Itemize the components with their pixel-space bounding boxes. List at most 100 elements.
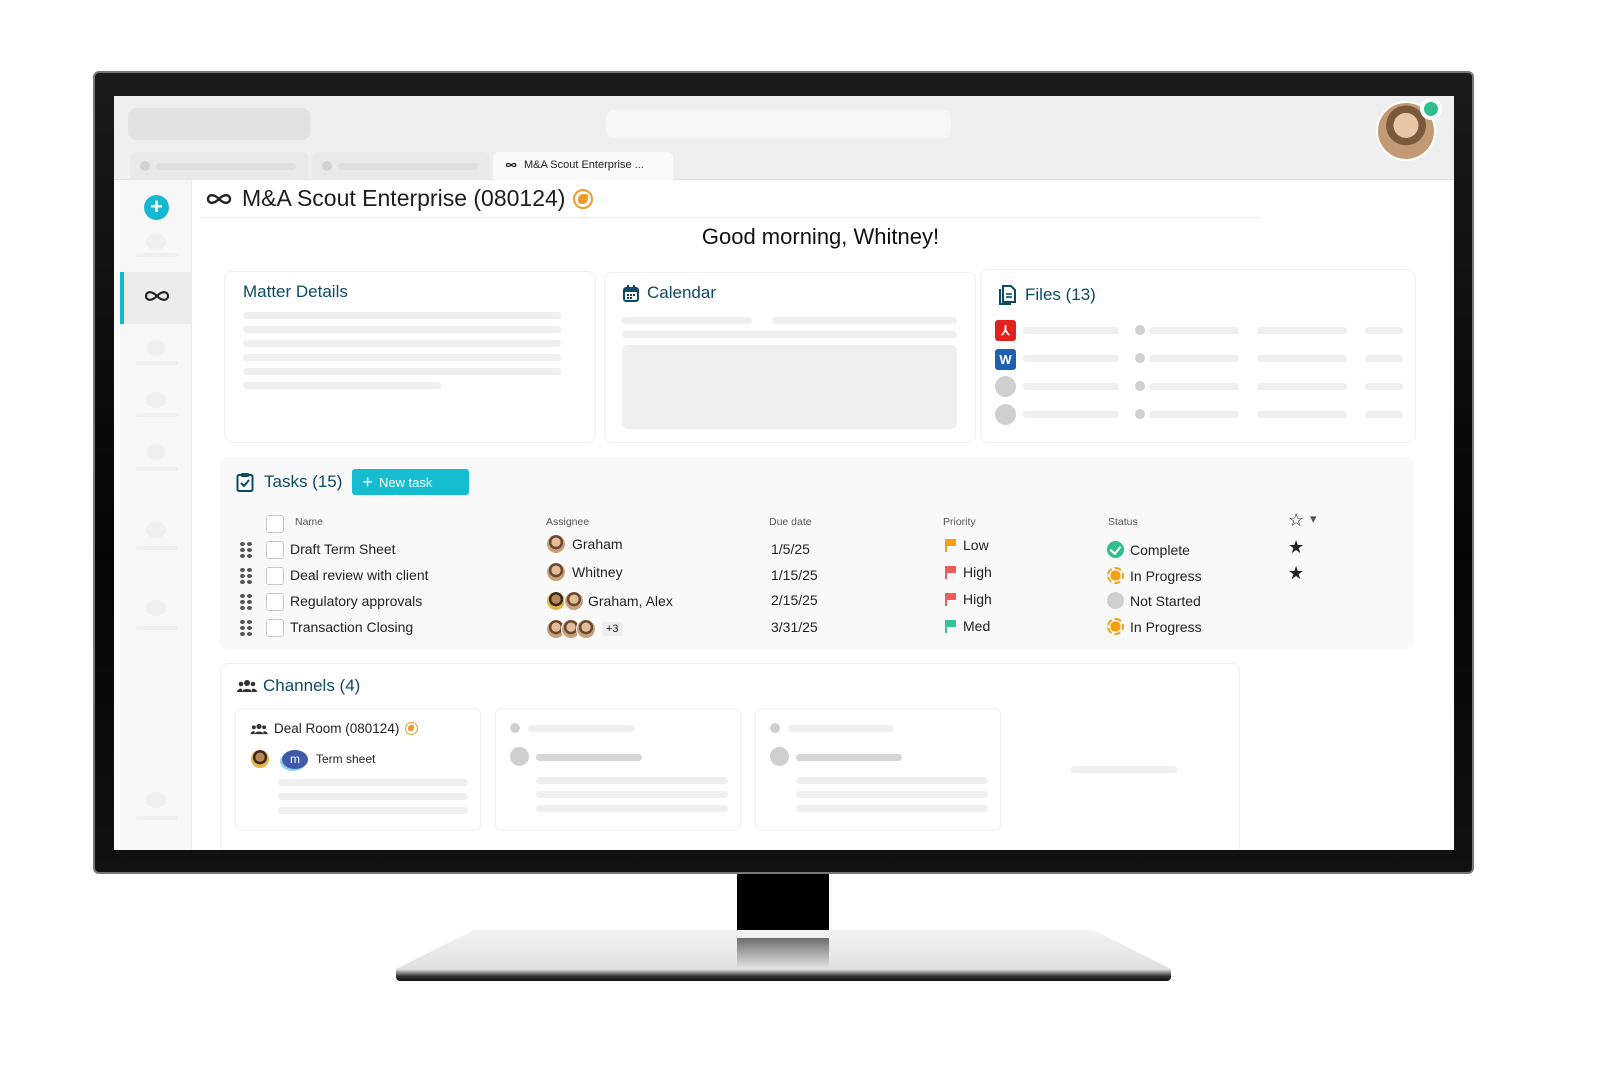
column-header-due-date[interactable]: Due date <box>769 516 812 528</box>
task-checkbox[interactable] <box>266 567 284 585</box>
task-assignee[interactable]: +3 <box>546 619 623 639</box>
tab-title-placeholder <box>156 163 296 170</box>
task-status[interactable]: Complete <box>1107 541 1190 558</box>
sidebar-label-placeholder <box>136 626 178 630</box>
task-checkbox[interactable] <box>266 541 284 559</box>
sidebar-item-placeholder[interactable] <box>146 392 166 408</box>
skeleton-dot <box>1135 381 1145 391</box>
skeleton-dot <box>1135 353 1145 363</box>
assignee-name: Graham, Alex <box>588 593 673 609</box>
skeleton-line <box>1365 355 1403 362</box>
task-assignee[interactable]: Graham <box>546 534 623 554</box>
task-name[interactable]: Regulatory approvals <box>290 593 422 609</box>
task-status[interactable]: Not Started <box>1107 592 1201 609</box>
task-name[interactable]: Draft Term Sheet <box>290 541 396 557</box>
skeleton-line <box>622 317 752 324</box>
channel-card-placeholder[interactable] <box>495 708 741 831</box>
task-checkbox[interactable] <box>266 619 284 637</box>
plus-icon: + <box>362 472 373 492</box>
new-task-button[interactable]: + New task <box>352 469 470 495</box>
priority-label: Med <box>963 618 991 634</box>
flag-icon <box>945 592 957 606</box>
task-priority[interactable]: High <box>945 591 992 607</box>
matter-title: M&A Scout Enterprise (080124) <box>242 185 566 211</box>
monitor-base-edge <box>396 969 1171 981</box>
task-assignee[interactable]: Whitney <box>546 562 623 582</box>
task-due-date[interactable]: 1/15/25 <box>771 567 818 583</box>
sidebar-label-placeholder <box>136 361 178 365</box>
sidebar-item-matters[interactable] <box>120 272 192 324</box>
column-header-name[interactable]: Name <box>295 516 323 528</box>
status-label: Complete <box>1130 541 1190 558</box>
task-status[interactable]: In Progress <box>1107 567 1202 584</box>
sidebar-item-placeholder[interactable] <box>146 792 166 808</box>
channel-card-placeholder[interactable] <box>755 708 1001 831</box>
skeleton-dot <box>510 723 520 733</box>
skeleton-dot <box>770 747 789 766</box>
skeleton-line <box>1023 383 1119 390</box>
sidebar: + <box>120 180 192 850</box>
sidebar-item-placeholder[interactable] <box>146 600 166 616</box>
browser-nav-placeholder[interactable] <box>128 108 310 140</box>
add-button[interactable]: + <box>144 195 169 220</box>
flag-icon <box>945 565 957 579</box>
browser-tab-active[interactable]: M&A Scout Enterprise ... <box>493 152 673 180</box>
priority-label: Low <box>963 537 989 553</box>
sidebar-item-placeholder[interactable] <box>146 522 166 538</box>
drag-handle-icon[interactable] <box>240 594 252 610</box>
drag-handle-icon[interactable] <box>240 542 252 558</box>
message-text: Term sheet <box>316 752 376 766</box>
plus-icon: + <box>150 194 163 219</box>
files-card: Files (13) ⅄ W <box>980 269 1416 443</box>
drag-handle-icon[interactable] <box>240 568 252 584</box>
skeleton-line <box>243 340 561 347</box>
matter-header: M&A Scout Enterprise (080124) <box>200 180 1260 218</box>
task-due-date[interactable]: 3/31/25 <box>771 619 818 635</box>
select-all-checkbox[interactable] <box>266 515 284 533</box>
skeleton-line <box>278 779 468 786</box>
more-assignees-badge[interactable]: +3 <box>602 622 623 636</box>
status-in-progress-icon <box>1107 567 1124 584</box>
star-icon[interactable]: ★ <box>1288 537 1304 558</box>
view-all-placeholder[interactable] <box>1071 766 1177 773</box>
task-due-date[interactable]: 1/5/25 <box>771 541 810 557</box>
column-header-status[interactable]: Status <box>1108 516 1138 528</box>
address-bar[interactable] <box>606 110 951 138</box>
channels-panel: Channels (4) Deal Room (080124) m Term s… <box>220 663 1240 850</box>
sidebar-item-placeholder[interactable] <box>146 340 166 356</box>
column-header-assignee[interactable]: Assignee <box>546 516 589 528</box>
assignee-avatar <box>576 619 596 639</box>
skeleton-line <box>1023 355 1119 362</box>
task-name[interactable]: Transaction Closing <box>290 619 413 635</box>
task-priority[interactable]: Med <box>945 618 990 634</box>
skeleton-line <box>536 777 728 784</box>
skeleton-line <box>528 725 634 732</box>
pdf-file-icon[interactable]: ⅄ <box>995 320 1016 341</box>
favorite-filter-dropdown-icon[interactable]: ▾ <box>1310 511 1317 527</box>
drag-handle-icon[interactable] <box>240 620 252 636</box>
browser-tab[interactable] <box>130 152 308 180</box>
file-icon-placeholder <box>995 376 1016 397</box>
task-name[interactable]: Deal review with client <box>290 567 429 583</box>
word-file-icon[interactable]: W <box>995 349 1016 370</box>
task-priority[interactable]: High <box>945 564 992 580</box>
sidebar-label-placeholder <box>136 816 178 820</box>
channel-name-row: Deal Room (080124) <box>250 721 419 736</box>
matter-details-title: Matter Details <box>243 282 348 301</box>
status-in-progress-icon <box>1107 618 1124 635</box>
sidebar-item-placeholder[interactable] <box>146 444 166 460</box>
task-due-date[interactable]: 2/15/25 <box>771 592 818 608</box>
status-label: In Progress <box>1130 618 1202 635</box>
greeting: Good morning, Whitney! <box>701 224 940 249</box>
column-header-priority[interactable]: Priority <box>943 516 976 528</box>
task-assignee[interactable]: Graham, Alex <box>546 591 673 611</box>
star-icon[interactable]: ★ <box>1288 563 1304 584</box>
browser-tab[interactable] <box>312 152 490 180</box>
task-checkbox[interactable] <box>266 593 284 611</box>
task-status[interactable]: In Progress <box>1107 618 1202 635</box>
browser-chrome: M&A Scout Enterprise ... <box>114 96 1454 180</box>
channel-card[interactable]: Deal Room (080124) m Term sheet <box>235 708 481 831</box>
favorite-filter-star-icon[interactable]: ☆ <box>1288 510 1304 531</box>
task-priority[interactable]: Low <box>945 537 989 553</box>
skeleton-line <box>1149 383 1239 390</box>
